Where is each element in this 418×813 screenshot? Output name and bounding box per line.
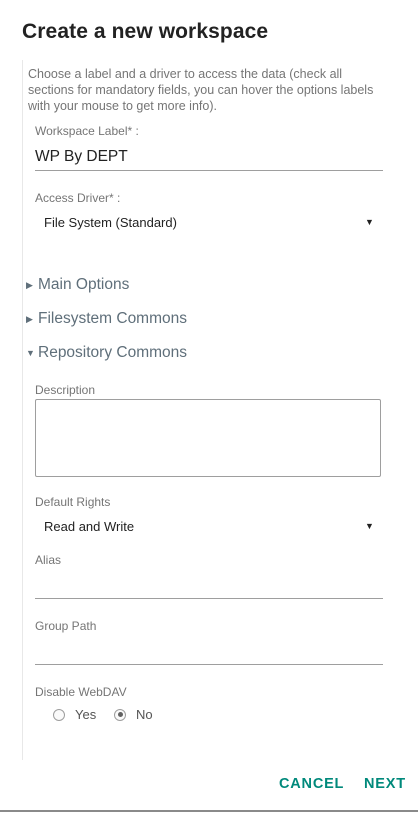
access-driver-select[interactable]: File System (Standard): [44, 215, 177, 230]
section-main-options-label: Main Options: [38, 276, 130, 293]
webdav-option-yes[interactable]: Yes: [53, 707, 96, 722]
cancel-button[interactable]: CANCEL: [279, 776, 344, 792]
access-driver-caption: Access Driver* :: [35, 191, 121, 205]
workspace-label-underline: [35, 170, 383, 171]
chevron-right-icon: ▶: [26, 279, 33, 290]
alias-input[interactable]: [35, 575, 383, 597]
disable-webdav-caption: Disable WebDAV: [35, 685, 127, 699]
intro-text: Choose a label and a driver to access th…: [28, 67, 374, 113]
description-textarea[interactable]: [35, 399, 381, 477]
radio-unchecked-icon[interactable]: [53, 708, 65, 721]
section-repository-commons-label: Repository Commons: [38, 344, 188, 361]
access-driver-dropdown-icon[interactable]: ▼: [365, 217, 374, 227]
workspace-label-caption: Workspace Label* :: [35, 124, 139, 138]
section-repository-commons[interactable]: ▼ Repository Commons: [26, 344, 187, 362]
section-filesystem-commons-label: Filesystem Commons: [38, 310, 187, 327]
webdav-option-yes-label: Yes: [75, 707, 97, 722]
chevron-right-icon: ▶: [26, 313, 33, 324]
radio-checked-icon[interactable]: [114, 708, 126, 721]
default-rights-select[interactable]: Read and Write: [44, 519, 134, 534]
alias-caption: Alias: [35, 553, 62, 567]
dialog-title: Create a new workspace: [22, 20, 269, 43]
webdav-option-no[interactable]: No: [114, 707, 153, 722]
group-path-input[interactable]: [35, 641, 383, 663]
group-path-underline: [35, 664, 383, 665]
section-filesystem-commons[interactable]: ▶ Filesystem Commons: [26, 310, 187, 328]
next-button[interactable]: NEXT: [364, 776, 406, 792]
description-caption: Description: [35, 383, 96, 397]
section-main-options[interactable]: ▶ Main Options: [26, 276, 129, 294]
webdav-option-no-label: No: [136, 707, 153, 722]
create-workspace-dialog: Create a new workspace Choose a label an…: [0, 0, 418, 813]
form-scroll-area[interactable]: Choose a label and a driver to access th…: [22, 60, 396, 760]
workspace-label-input[interactable]: WP By DEPT: [35, 148, 128, 166]
alias-underline: [35, 598, 383, 599]
default-rights-caption: Default Rights: [35, 495, 111, 509]
bottom-divider: [0, 810, 418, 812]
chevron-down-icon: ▼: [26, 348, 35, 358]
default-rights-dropdown-icon[interactable]: ▼: [365, 521, 374, 531]
group-path-caption: Group Path: [35, 619, 97, 633]
